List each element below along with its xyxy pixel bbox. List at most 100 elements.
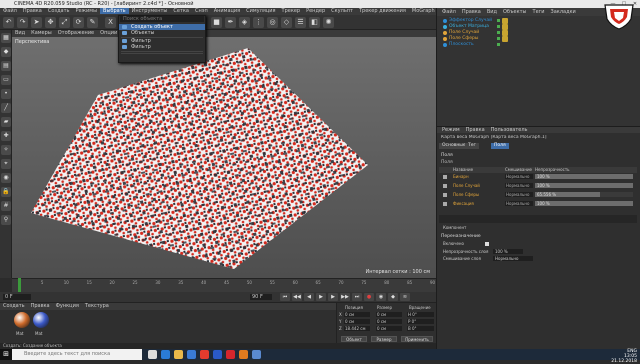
object-menu-item[interactable]: Объекты [500,9,530,15]
playhead[interactable] [18,278,21,292]
redo-icon[interactable]: ↷ [17,17,28,28]
start-frame-field[interactable]: 0 F [3,294,31,300]
edges-mode-icon[interactable]: ╱ [1,103,11,113]
field-layer-name[interactable]: Фиксация [453,201,474,207]
menu-item[interactable]: Трекер [279,8,304,14]
size-field[interactable]: 0 см [376,326,402,331]
grid-icon[interactable]: # [1,201,11,211]
material-menu-item[interactable]: Функция [53,303,82,309]
media-icon[interactable] [239,350,248,359]
viewport[interactable]: Перспектива Интервал сетки : 100 см [12,37,436,278]
field-blend-mode[interactable]: Нормально [505,183,533,188]
visibility-check-icon[interactable] [497,25,500,28]
visibility-check-icon[interactable] [497,37,500,40]
next-key-icon[interactable]: ▶▶ [340,293,350,301]
subdivision-icon[interactable]: ◈ [239,17,250,28]
viewport-menu-item[interactable]: Отображение [55,30,97,36]
undo-icon[interactable]: ↶ [3,17,14,28]
field-blend-mode[interactable]: Нормально [505,192,533,197]
menu-item[interactable]: Скульпт [328,8,356,14]
light-icon[interactable]: ✺ [323,17,334,28]
dropdown-item[interactable]: Фильтр [119,44,205,50]
prev-frame-icon[interactable]: ◀ [304,293,314,301]
recent-tool-icon[interactable]: ✎ [87,17,98,28]
object-search-input[interactable] [120,16,204,22]
lock-icon[interactable]: 🔒 [1,187,11,197]
coords-size-select[interactable]: Размер [371,336,397,342]
object-menu-item[interactable]: Закладки [548,9,579,15]
start-button[interactable]: ⊞ [0,349,12,360]
timeline[interactable]: 051015202530354045505560657075808590 [12,278,436,292]
menu-item[interactable]: Трекер движения [356,8,409,14]
points-mode-icon[interactable]: • [1,89,11,99]
apply-button[interactable]: Применить [401,336,433,342]
rotation-field[interactable]: B 0° [407,326,434,331]
scene-icon[interactable]: ☰ [295,17,306,28]
polygons-mode-icon[interactable]: ▰ [1,117,11,127]
model-mode-icon[interactable]: ◆ [1,47,11,57]
material-menu-item[interactable]: Правка [28,303,53,309]
cloner-icon[interactable]: ◎ [267,17,278,28]
layer-visibility-icon[interactable] [443,175,447,179]
rotate-icon[interactable]: ⟳ [73,17,84,28]
solo-icon[interactable]: ◉ [1,173,11,183]
enable-checkbox[interactable] [485,242,489,246]
snap-icon[interactable]: ⌖ [1,159,11,169]
field-blend-mode[interactable]: Нормально [505,174,533,179]
field-layer-row[interactable]: Фиксация Нормально 100 % [439,201,637,207]
menu-item[interactable]: Правка [20,8,45,14]
coords-mode-select[interactable]: Объект [341,336,367,342]
size-field[interactable]: 0 см [376,319,402,324]
workplane-icon[interactable]: ▭ [1,75,11,85]
taskbar-search-input[interactable] [12,349,142,360]
scale-icon[interactable]: ⤢ [59,17,70,28]
visibility-check-icon[interactable] [497,43,500,46]
record-icon[interactable]: ● [364,293,374,301]
field-opacity-slider[interactable]: 100 % [535,201,633,206]
menu-item[interactable]: Режимы [72,8,100,14]
object-menu-item[interactable]: Правка [459,9,484,15]
field-opacity-slider[interactable]: 65.556 % [535,192,633,197]
object-menu-item[interactable]: Файл [439,9,459,15]
motion-icon[interactable]: ≋ [400,293,410,301]
menu-item[interactable]: Симуляция [243,8,278,14]
material-swatch[interactable] [14,312,30,328]
first-frame-icon[interactable]: ⏮ [280,293,290,301]
end-frame-field[interactable]: 90 F [250,294,272,300]
field-layer-row[interactable]: Бинарн Нормально 100 % [439,174,637,180]
menu-item[interactable]: Сетка [170,8,192,14]
opacity-field[interactable]: 100 % [493,249,523,254]
deformer-icon[interactable]: ◇ [281,17,292,28]
axis-mode-icon[interactable]: ✚ [1,131,11,141]
material-menu-item[interactable]: Создать [0,303,28,309]
array-icon[interactable]: ⋮ [253,17,264,28]
blend-select[interactable]: Нормально [493,256,533,261]
attribute-tab[interactable]: Поля [491,143,509,149]
viewport-menu-item[interactable]: Вид [12,30,28,36]
explorer-icon[interactable] [174,350,183,359]
menu-item[interactable]: Анимация [211,8,243,14]
move-icon[interactable]: ✥ [45,17,56,28]
camera-icon[interactable]: ◧ [309,17,320,28]
field-opacity-slider[interactable]: 100 % [535,174,633,179]
visibility-check-icon[interactable] [497,19,500,22]
make-editable-icon[interactable]: ▦ [1,33,11,43]
attribute-tab[interactable]: Тег [465,143,479,149]
object-menu-item[interactable]: Теги [530,9,548,15]
visibility-check-icon[interactable] [497,31,500,34]
layer-visibility-icon[interactable] [443,184,447,188]
select-icon[interactable]: ➤ [31,17,42,28]
menu-item[interactable]: Создать [45,8,73,14]
menu-item[interactable]: MoGraph [409,8,436,14]
position-field[interactable]: 0 см [344,319,370,324]
last-frame-icon[interactable]: ⏭ [352,293,362,301]
viewport-menu-item[interactable]: Камеры [28,30,55,36]
object-name[interactable]: Плоскость [449,42,474,48]
viewport-menu-item[interactable]: Опции [97,30,120,36]
field-layer-row[interactable]: Поле Случай Нормально 100 % [439,183,637,189]
rotation-field[interactable]: P 0° [407,319,434,324]
menu-item[interactable]: Выбрать [100,8,129,14]
field-layer-name[interactable]: Бинарн [453,174,469,180]
chrome-icon[interactable] [200,350,209,359]
pen-icon[interactable]: ✒ [225,17,236,28]
